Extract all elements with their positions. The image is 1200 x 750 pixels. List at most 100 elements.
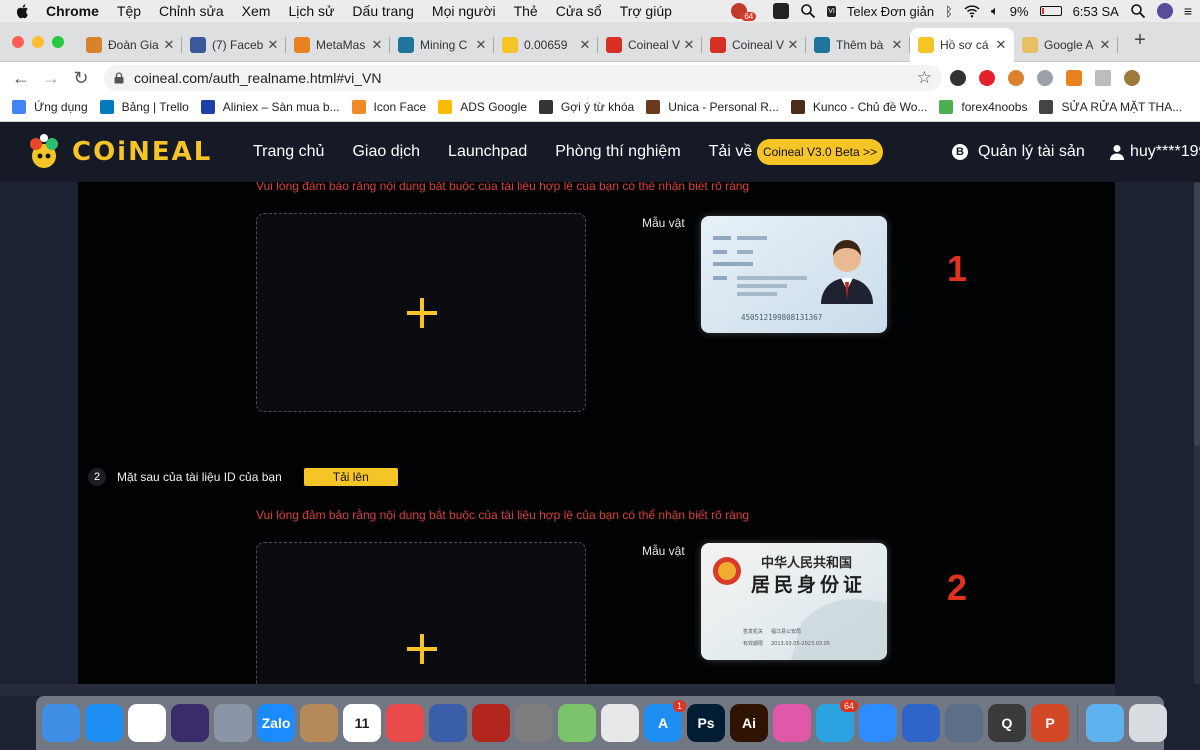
user-avatar-icon[interactable]	[1156, 3, 1173, 19]
menu-view[interactable]: Xem	[242, 3, 271, 19]
back-id-upload-area[interactable]	[256, 542, 586, 684]
preview-icon[interactable]	[601, 704, 639, 742]
horizontal-scrollbar[interactable]	[0, 684, 1115, 696]
zoom-icon[interactable]	[859, 704, 897, 742]
menu-tab[interactable]: Thẻ	[514, 3, 538, 19]
close-tab-icon[interactable]: ✕	[890, 37, 904, 53]
bookmark-star-icon[interactable]: ☆	[917, 68, 932, 88]
tab-2[interactable]: MetaMas ✕	[286, 28, 390, 62]
menu-file[interactable]: Tệp	[117, 3, 141, 19]
safari-icon[interactable]	[85, 704, 123, 742]
close-tab-icon[interactable]: ✕	[1098, 37, 1112, 53]
menu-people[interactable]: Mọi người	[432, 3, 496, 19]
back-icon[interactable]: ←	[12, 69, 30, 87]
cleanmymac-icon[interactable]	[773, 704, 811, 742]
reload-icon[interactable]: ↻	[72, 69, 90, 87]
add-front-image-icon[interactable]	[407, 298, 437, 328]
nav-launchpad[interactable]: Launchpad	[448, 143, 527, 161]
nav-download[interactable]: Tải về	[709, 143, 753, 161]
bookmark-item[interactable]: ADS Google	[438, 100, 527, 114]
close-tab-icon[interactable]: ✕	[786, 37, 800, 53]
zalo-icon[interactable]: Zalo	[257, 704, 295, 742]
playlist-extension-icon[interactable]	[1095, 69, 1111, 86]
opera-extension-icon[interactable]	[979, 69, 995, 86]
close-tab-icon[interactable]: ✕	[162, 37, 176, 53]
bookmark-item[interactable]: Gợi ý từ khóa	[538, 100, 634, 114]
bookmark-item[interactable]: Bảng | Trello	[99, 100, 189, 114]
clock[interactable]: 6:53 SA	[1073, 4, 1119, 19]
volume-icon[interactable]: 🔈︎	[991, 3, 999, 19]
bookmark-item[interactable]: SỬA RỬA MẶT THA...	[1039, 100, 1182, 114]
notification-center-icon[interactable]: ≡	[1184, 3, 1192, 19]
chat-app-icon[interactable]	[386, 704, 424, 742]
close-tab-icon[interactable]: ✕	[682, 37, 696, 53]
spotlight-icon[interactable]	[1130, 3, 1146, 19]
asset-management-link[interactable]: B Quản lý tài sản	[952, 143, 1085, 161]
bluetooth-icon[interactable]: ᛒ	[945, 4, 953, 19]
close-tab-icon[interactable]: ✕	[266, 37, 280, 53]
menu-window[interactable]: Cửa sổ	[556, 3, 602, 19]
folder-icon[interactable]	[1086, 704, 1124, 742]
tab-9[interactable]: Google A ✕	[1014, 28, 1118, 62]
vertical-scrollbar[interactable]	[1194, 182, 1200, 684]
photo-booth-icon[interactable]	[472, 704, 510, 742]
tab-7[interactable]: Thêm bà ✕	[806, 28, 910, 62]
nav-home[interactable]: Trang chủ	[253, 143, 324, 161]
window-minimize-button[interactable]	[32, 36, 44, 48]
calendar-icon[interactable]: 11	[343, 704, 381, 742]
url-text[interactable]: coineal.com/auth_realname.html#vi_VN	[134, 70, 381, 86]
close-tab-icon[interactable]: ✕	[474, 37, 488, 53]
screenshot-icon[interactable]	[945, 704, 983, 742]
cookie-extension-icon[interactable]	[1008, 69, 1024, 86]
tab-4[interactable]: 0.00659 ✕	[494, 28, 598, 62]
lock-icon[interactable]	[114, 72, 124, 84]
menu-edit[interactable]: Chỉnh sửa	[159, 3, 224, 19]
metamask-extension-icon[interactable]	[1066, 69, 1082, 86]
bookmark-item[interactable]: Icon Face	[351, 100, 426, 114]
notification-tray-item[interactable]: 64	[731, 3, 762, 21]
user-account-link[interactable]: huy****199	[1110, 143, 1200, 161]
tab-3[interactable]: Mining C ✕	[390, 28, 494, 62]
coineal-logo[interactable]: COiNEAL	[24, 134, 212, 170]
battery-icon[interactable]	[1039, 6, 1062, 16]
bookmark-item[interactable]: Ứng dụng	[12, 100, 88, 114]
close-tab-icon[interactable]: ✕	[994, 37, 1008, 53]
network-icon[interactable]	[902, 704, 940, 742]
powerpoint-icon[interactable]: P	[1031, 704, 1069, 742]
menu-help[interactable]: Trợ giúp	[620, 3, 672, 19]
maps-icon[interactable]	[558, 704, 596, 742]
tab-1[interactable]: (7) Faceb ✕	[182, 28, 286, 62]
upload-button[interactable]: Tải lên	[303, 468, 398, 486]
forward-icon[interactable]: →	[42, 69, 60, 87]
nav-lab[interactable]: Phòng thí nghiệm	[555, 143, 680, 161]
illustrator-icon[interactable]: Ai	[730, 704, 768, 742]
telegram-icon[interactable]: 64	[816, 700, 858, 742]
window-close-button[interactable]	[12, 36, 24, 48]
system-preferences-icon[interactable]	[515, 704, 553, 742]
keyboard-viewer-icon[interactable]	[300, 704, 338, 742]
address-bar[interactable]: coineal.com/auth_realname.html#vi_VN ☆	[104, 65, 942, 91]
app-store-icon[interactable]: A1	[644, 700, 686, 742]
tab-8[interactable]: Hồ sơ cá ✕	[910, 28, 1014, 62]
globe-extension-icon[interactable]	[1037, 69, 1053, 86]
scrollbar-thumb[interactable]	[1194, 182, 1200, 446]
chrome-icon[interactable]	[128, 704, 166, 742]
input-method-label[interactable]: Telex Đơn giản	[847, 4, 934, 19]
close-tab-icon[interactable]: ✕	[578, 37, 592, 53]
add-back-image-icon[interactable]	[407, 634, 437, 664]
input-method-badge[interactable]: VI	[827, 5, 836, 17]
front-id-upload-area[interactable]	[256, 213, 586, 412]
finder-icon[interactable]	[42, 704, 80, 742]
tab-6[interactable]: Coineal V ✕	[702, 28, 806, 62]
trash-icon[interactable]	[1129, 704, 1167, 742]
bookmark-item[interactable]: Aliniex – Sàn mua b...	[200, 100, 340, 114]
bookmark-item[interactable]: Kunco - Chủ đề Wo...	[790, 100, 927, 114]
tab-0[interactable]: Đoàn Gia ✕	[78, 28, 182, 62]
incognito-extension-icon[interactable]	[950, 69, 966, 86]
close-tab-icon[interactable]: ✕	[370, 37, 384, 53]
quicktime-icon[interactable]: Q	[988, 704, 1026, 742]
bookmark-item[interactable]: Unica - Personal R...	[646, 100, 779, 114]
messages-tray-icon[interactable]	[773, 3, 790, 19]
nav-trade[interactable]: Giao dịch	[352, 143, 420, 161]
launchpad-icon[interactable]	[214, 704, 252, 742]
